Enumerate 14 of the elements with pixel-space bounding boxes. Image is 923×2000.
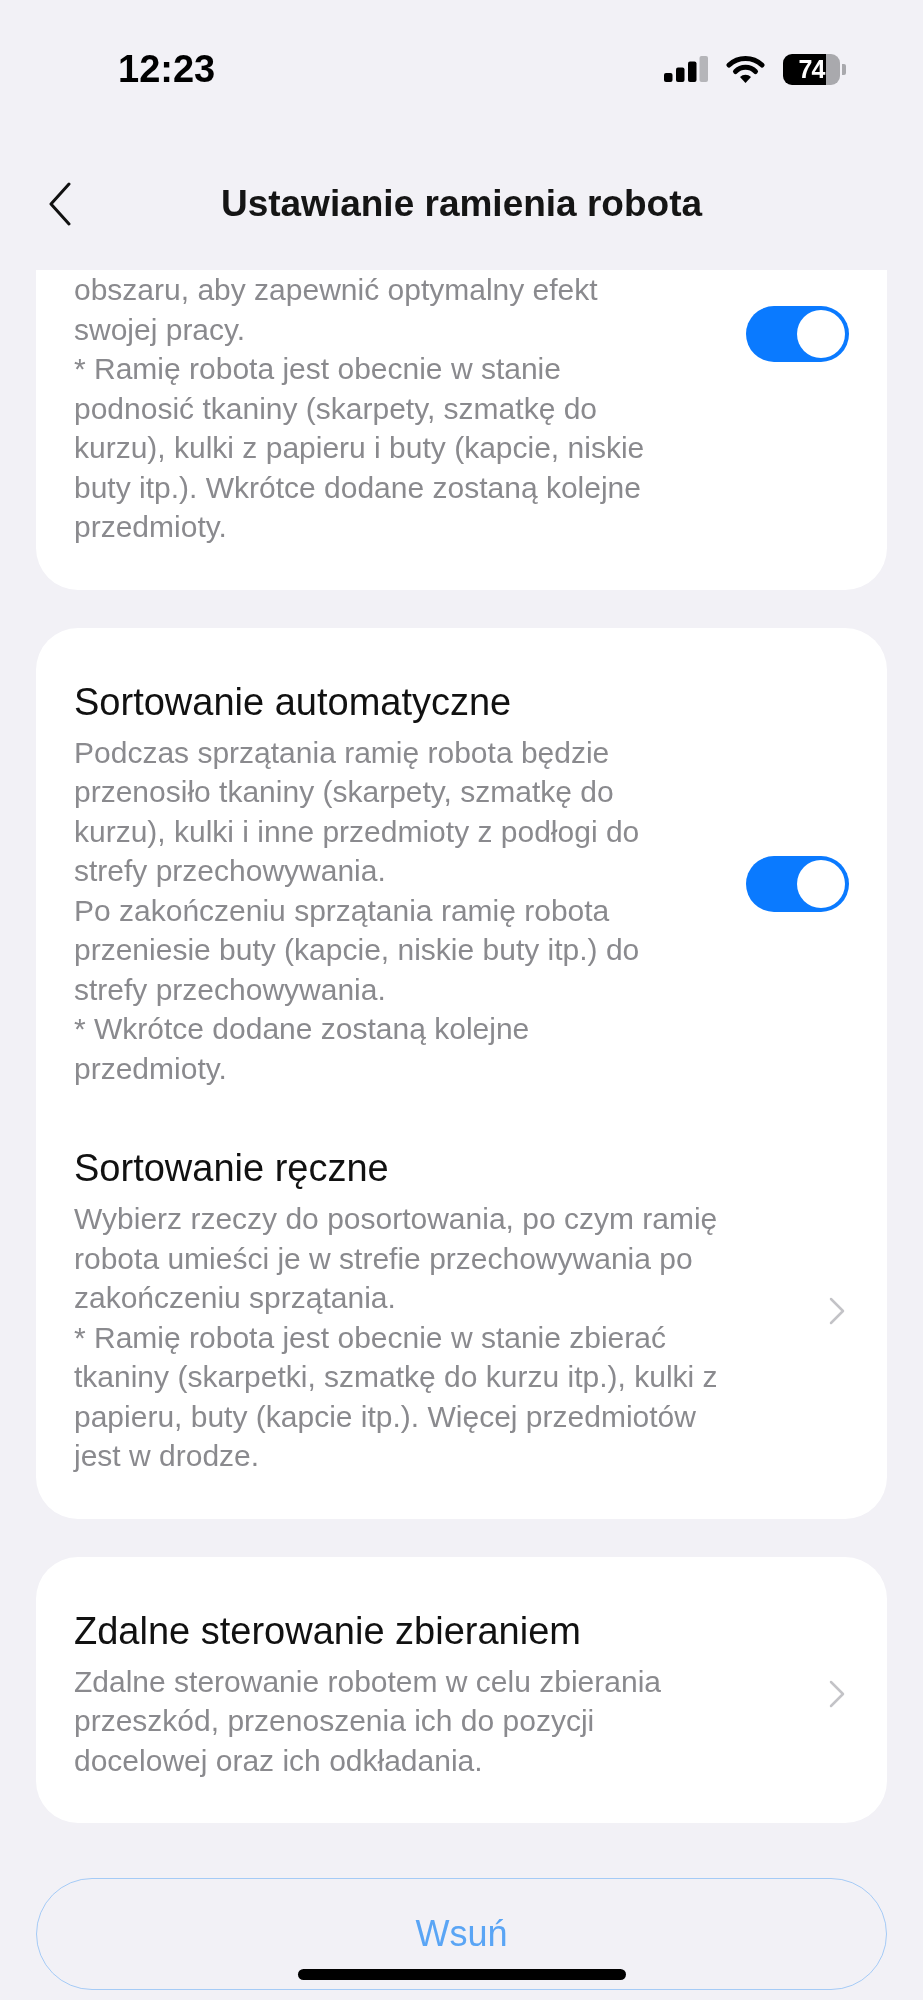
section-title: Zdalne sterowanie zbieraniem (74, 1608, 582, 1653)
section-description: Wybierz rzeczy do posortowania, po czym ramię robota umieści je w strefie przechowywania po zakończeniu sprzątania. * Ramię robota jest obecnie w stanie zbierać tkaniny (skarpetki, szmatkę do kurzu itp.), kulki z papieru, buty (kapcie itp.). Więcej przedmiotów jest w drodze. (74, 1201, 719, 1474)
section-title: Sortowanie ręczne (74, 1146, 390, 1190)
section-title: Sortowanie automatyczne (74, 679, 513, 724)
page-title: Ustawianie ramienia robota (219, 182, 704, 227)
section-description: Podczas sprzątania ramię robota będzie przenosiło tkaniny (skarpety, szmatkę do kurzu), kulki i inne przedmioty z podłogi do strefy przechowywania. Po zakończeniu sprzątania ramię robota przeniesie buty (kapcie, niskie buty itp.) do strefy przechowywania. * Wkrótce dodane zostaną kolejne przedmioty. (74, 734, 641, 1087)
battery-percentage: 74 (798, 56, 825, 82)
toggle-switch[interactable] (746, 306, 849, 362)
section-description: Zdalne sterowanie robotem w celu zbierania przeszkód, przenoszenia ich do pozycji docelowej oraz ich odkładania. (74, 1663, 662, 1779)
back-icon[interactable] (48, 182, 72, 226)
status-time: 12:23 (118, 50, 216, 88)
wifi-icon (726, 55, 765, 83)
signal-icon (664, 56, 708, 82)
section-description: obszaru, aby zapewnić optymalny efekt swojej pracy. * Ramię robota jest obecnie w stanie podnosić tkaniny (skarpety, szmatkę do kurzu), kulki z papieru i buty (kapcie, niskie buty itp.). Wkrótce dodane zostaną kolejne przedmioty. (74, 272, 646, 545)
